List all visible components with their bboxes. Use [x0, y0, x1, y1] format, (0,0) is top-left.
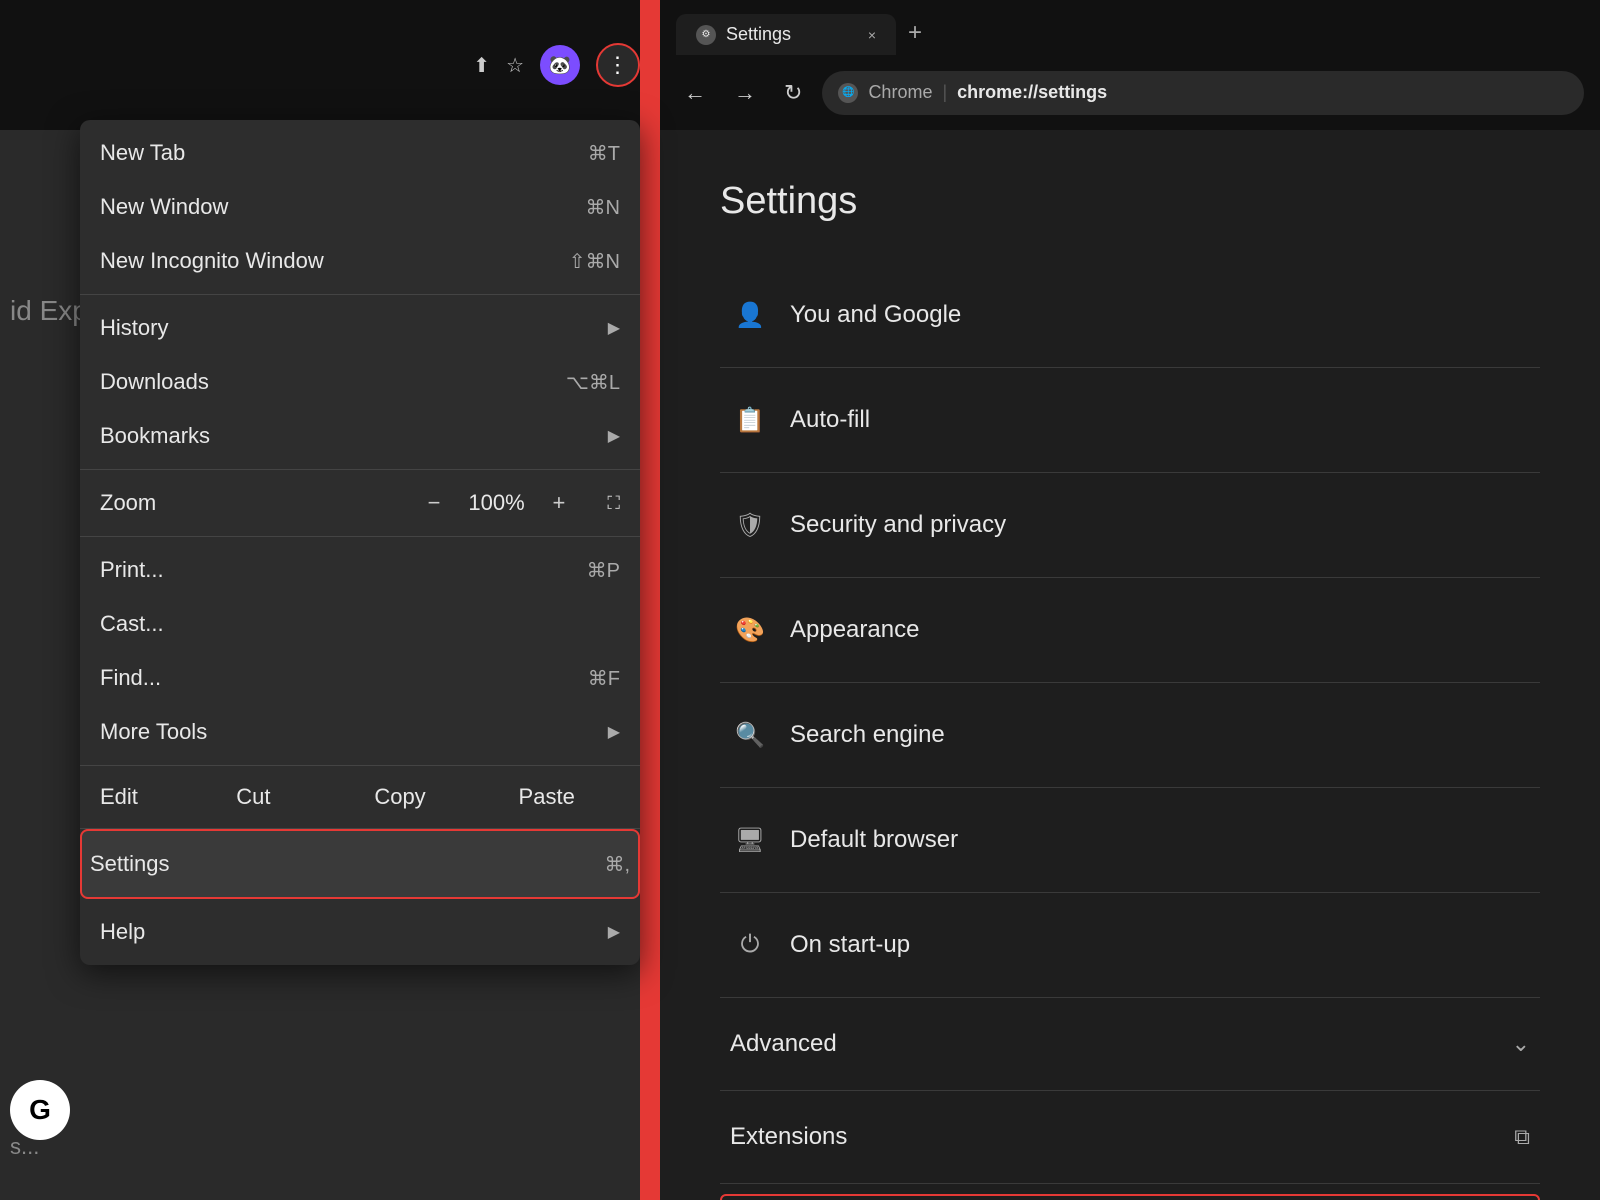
menu-section-tools: Print... ⌘P Cast... Find... ⌘F More Tool…	[80, 537, 640, 766]
refresh-button[interactable]: ↻	[776, 74, 810, 112]
back-button[interactable]: ←	[676, 74, 714, 112]
menu-section-zoom: Zoom − 100% + ⛶	[80, 470, 640, 537]
menu-item-history[interactable]: History ▶	[80, 301, 640, 355]
default-browser-icon: 🖥	[730, 820, 770, 860]
settings-tab-bar: ⚙ Settings × +	[660, 0, 1600, 55]
settings-item-autofill[interactable]: 📋 Auto-fill	[720, 378, 1540, 462]
settings-item-about-chrome[interactable]: About Chrome	[720, 1194, 1540, 1200]
context-menu: New Tab ⌘T New Window ⌘N New Incognito W…	[80, 120, 640, 965]
address-domain: Chrome	[868, 82, 932, 103]
advanced-chevron-down-icon: ⌄	[1512, 1031, 1530, 1057]
menu-item-bookmarks[interactable]: Bookmarks ▶	[80, 409, 640, 463]
share-icon[interactable]: ⬆	[473, 53, 490, 78]
divider-5	[720, 787, 1540, 788]
address-path: chrome://settings	[957, 82, 1107, 103]
settings-item-you-and-google[interactable]: 👤 You and Google	[720, 273, 1540, 357]
zoom-value: 100%	[467, 490, 527, 516]
zoom-controls: − 100% + ⛶	[418, 486, 620, 520]
divider-4	[720, 682, 1540, 683]
menu-item-more-tools[interactable]: More Tools ▶	[80, 705, 640, 759]
history-arrow: ▶	[608, 318, 620, 338]
three-dots-button[interactable]: ⋮	[596, 43, 640, 87]
divider-6	[720, 892, 1540, 893]
menu-section-new: New Tab ⌘T New Window ⌘N New Incognito W…	[80, 120, 640, 295]
address-separator: |	[942, 82, 947, 103]
menu-item-cast[interactable]: Cast...	[80, 597, 640, 651]
settings-item-on-startup[interactable]: ⏻ On start-up	[720, 903, 1540, 987]
external-link-icon: ⧉	[1514, 1124, 1530, 1150]
menu-section-help: Help ▶	[80, 899, 640, 965]
divider-3	[720, 577, 1540, 578]
autofill-icon: 📋	[730, 400, 770, 440]
red-divider	[640, 0, 660, 1200]
right-panel: ⚙ Settings × + ← → ↻ 🌐 Chrome | chrome:/…	[660, 0, 1600, 1200]
settings-item-search-engine[interactable]: 🔍 Search engine	[720, 693, 1540, 777]
zoom-row: Zoom − 100% + ⛶	[80, 476, 640, 530]
zoom-plus-button[interactable]: +	[543, 486, 576, 520]
settings-browser-chrome: ⚙ Settings × + ← → ↻ 🌐 Chrome | chrome:/…	[660, 0, 1600, 130]
divider-7	[720, 997, 1540, 998]
divider-2	[720, 472, 1540, 473]
logo-circle: G	[10, 1080, 70, 1140]
chrome-favicon: 🌐	[838, 83, 858, 103]
settings-item-appearance[interactable]: 🎨 Appearance	[720, 588, 1540, 672]
appearance-icon: 🎨	[730, 610, 770, 650]
paste-button[interactable]: Paste	[473, 776, 620, 818]
you-and-google-icon: 👤	[730, 295, 770, 335]
divider-1	[720, 367, 1540, 368]
menu-section-nav: History ▶ Downloads ⌥⌘L Bookmarks ▶	[80, 295, 640, 470]
divider-9	[720, 1183, 1540, 1184]
cut-button[interactable]: Cut	[180, 776, 327, 818]
address-bar[interactable]: 🌐 Chrome | chrome://settings	[822, 71, 1584, 115]
avatar[interactable]: 🐼	[540, 45, 580, 85]
search-engine-icon: 🔍	[730, 715, 770, 755]
menu-item-downloads[interactable]: Downloads ⌥⌘L	[80, 355, 640, 409]
settings-item-security[interactable]: 🛡 Security and privacy	[720, 483, 1540, 567]
edit-label: Edit	[100, 784, 180, 810]
settings-item-advanced[interactable]: Advanced ⌄	[720, 1008, 1540, 1080]
divider-8	[720, 1090, 1540, 1091]
bookmark-icon[interactable]: ☆	[506, 53, 524, 78]
zoom-label: Zoom	[100, 490, 418, 516]
more-tools-arrow: ▶	[608, 722, 620, 742]
tab-title: Settings	[726, 24, 791, 45]
settings-content: Settings 👤 You and Google 📋 Auto-fill 🛡 …	[660, 130, 1600, 1200]
edit-row: Edit Cut Copy Paste	[80, 766, 640, 829]
browser-toolbar: ⬆ ☆ 🐼 ⋮	[0, 0, 660, 130]
page-bottom-label: s...	[10, 1134, 39, 1160]
menu-item-print[interactable]: Print... ⌘P	[80, 543, 640, 597]
address-bar-row: ← → ↻ 🌐 Chrome | chrome://settings	[660, 55, 1600, 130]
settings-item-extensions[interactable]: Extensions ⧉	[720, 1101, 1540, 1173]
menu-item-help[interactable]: Help ▶	[80, 905, 640, 959]
forward-button[interactable]: →	[726, 74, 764, 112]
menu-item-new-window[interactable]: New Window ⌘N	[80, 180, 640, 234]
menu-item-new-incognito[interactable]: New Incognito Window ⇧⌘N	[80, 234, 640, 288]
copy-button[interactable]: Copy	[327, 776, 474, 818]
settings-tab[interactable]: ⚙ Settings ×	[676, 14, 896, 55]
help-arrow: ▶	[608, 922, 620, 942]
fullscreen-icon[interactable]: ⛶	[607, 493, 620, 514]
menu-item-new-tab[interactable]: New Tab ⌘T	[80, 126, 640, 180]
menu-item-settings[interactable]: Settings ⌘,	[80, 829, 640, 899]
on-startup-icon: ⏻	[730, 925, 770, 965]
settings-item-default-browser[interactable]: 🖥 Default browser	[720, 798, 1540, 882]
tab-favicon: ⚙	[696, 25, 716, 45]
new-tab-button[interactable]: +	[896, 11, 934, 55]
left-panel: ⌄ ⬆ ☆ 🐼 ⋮ id Explora G s... New Tab ⌘T N…	[0, 0, 660, 1200]
settings-title: Settings	[720, 180, 1540, 223]
tab-close-button[interactable]: ×	[868, 27, 876, 43]
menu-item-find[interactable]: Find... ⌘F	[80, 651, 640, 705]
zoom-minus-button[interactable]: −	[418, 486, 451, 520]
bookmarks-arrow: ▶	[608, 426, 620, 446]
security-icon: 🛡	[730, 505, 770, 545]
